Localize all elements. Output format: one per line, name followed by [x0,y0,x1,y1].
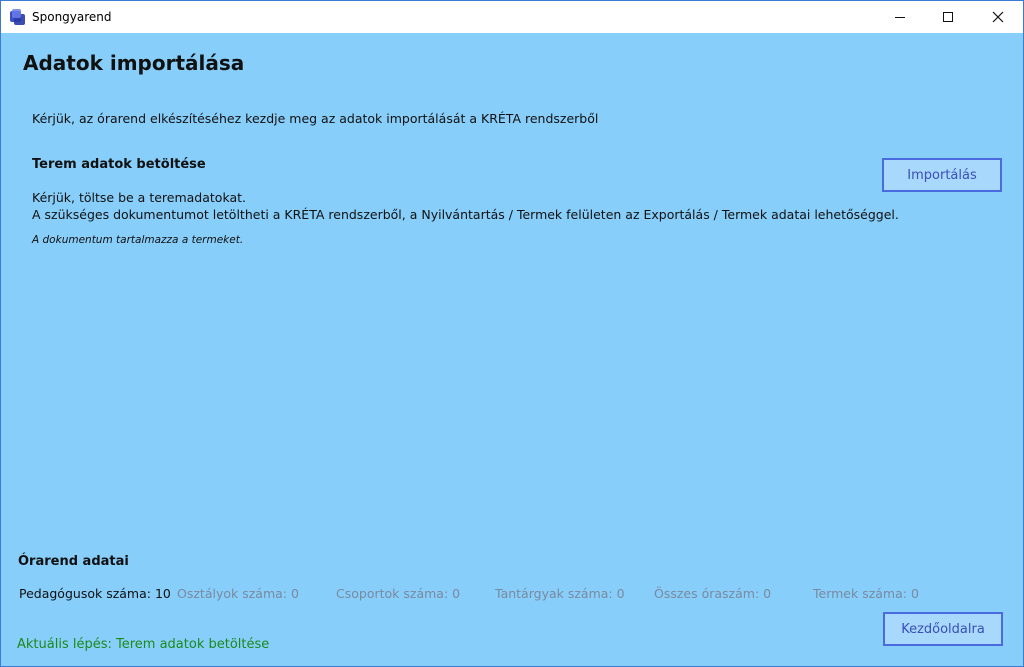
app-logo-icon [9,8,27,26]
current-step-status: Aktuális lépés: Terem adatok betöltése [17,637,270,652]
section-instruction: Kérjük, töltse be a teremadatokat. [32,190,246,205]
close-button[interactable] [975,1,1021,33]
window-title: Spongyarend [32,10,112,24]
intro-text: Kérjük, az órarend elkészítéséhez kezdje… [32,111,599,126]
minimize-button[interactable] [877,1,923,33]
stat-total-hours: Összes óraszám: 0 [654,586,772,601]
home-button[interactable]: Kezdőoldalra [883,612,1003,646]
stat-groups: Csoportok száma: 0 [336,586,461,601]
section-download-hint: A szükséges dokumentumot letöltheti a KR… [32,207,899,222]
timetable-data-title: Órarend adatai [18,554,129,569]
stat-subjects: Tantárgyak száma: 0 [495,586,625,601]
maximize-button[interactable] [925,1,971,33]
maximize-icon [943,12,953,22]
stat-classes: Osztályok száma: 0 [177,586,299,601]
app-window: Spongyarend Adatok importálása Kérjük, a… [0,0,1024,667]
title-bar[interactable]: Spongyarend [1,1,1023,33]
page-title: Adatok importálása [23,51,245,75]
stat-teachers: Pedagógusok száma: 10 [19,586,171,601]
minimize-icon [895,17,905,18]
stat-rooms: Termek száma: 0 [813,586,919,601]
close-icon [992,11,1004,23]
section-note: A dokumentum tartalmazza a termeket. [32,234,244,246]
section-title: Terem adatok betöltése [32,157,206,172]
import-button[interactable]: Importálás [882,158,1002,192]
main-content: Adatok importálása Kérjük, az órarend el… [1,33,1023,666]
